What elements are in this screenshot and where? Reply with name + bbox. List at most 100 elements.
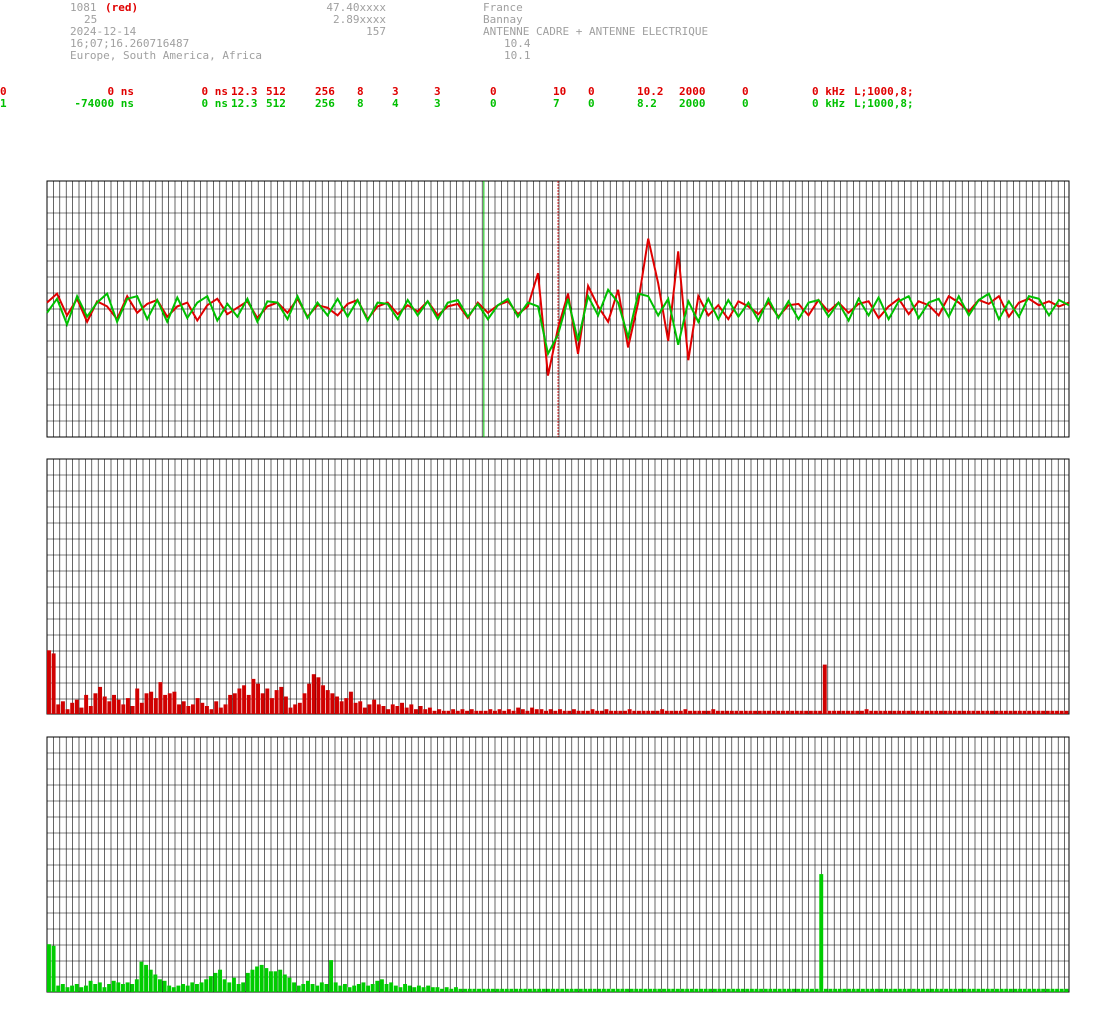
green-spectrum-bar [601,988,606,992]
green-spectrum-bar [518,988,523,992]
green-spectrum-bar [749,988,754,992]
red-spectrum-bar [376,704,381,714]
green-spectrum-bar [421,987,426,992]
green-spectrum-bar [800,988,805,992]
green-spectrum-bar [995,988,999,992]
red-spectrum-bar [516,707,521,714]
green-spectrum-bar [176,985,181,992]
green-spectrum-bar [967,988,972,992]
red-spectrum-bar [650,710,655,714]
green-spectrum-bar [333,982,338,992]
red-spectrum-bar [483,710,488,714]
red-spectrum-bar [669,710,674,714]
green-spectrum-bar [643,988,648,992]
red-spectrum-bar [311,674,316,714]
red-spectrum-bar [348,691,353,714]
green-spectrum-bar [971,988,976,992]
green-spectrum-bar [449,988,454,992]
red-spectrum-bar [330,693,335,714]
green-spectrum-bar [541,988,546,992]
green-spectrum-bar [250,969,255,992]
green-spectrum-bar [874,988,879,992]
green-spectrum-bar [907,988,912,992]
red-spectrum-bar [488,709,493,714]
red-spectrum-bar [98,686,103,714]
red-spectrum-bar [818,710,823,714]
green-spectrum-bar [47,944,51,992]
green-spectrum-bar [916,988,921,992]
green-spectrum-panel [46,736,1070,993]
red-spectrum-bar [279,686,284,714]
green-spectrum-bar [134,979,139,993]
red-spectrum-bar [121,704,126,714]
green-spectrum-bar [717,988,722,992]
green-spectrum-bar [139,961,144,992]
green-spectrum-bar [255,966,260,992]
green-spectrum-bar [481,988,486,992]
green-spectrum-bar [356,984,361,992]
green-spectrum-bar [777,988,782,992]
red-spectrum-bar [1036,710,1041,714]
red-spectrum-bar [702,710,706,714]
green-spectrum-bar [426,985,431,992]
red-spectrum-bar [390,704,395,714]
green-spectrum-bar [84,985,88,992]
green-spectrum-bar [1059,988,1064,992]
green-spectrum-bar [148,969,153,992]
red-spectrum-bar [1055,710,1060,714]
red-spectrum-bar [218,707,223,714]
green-spectrum-bar [241,982,246,992]
red-spectrum-bar [242,685,247,714]
green-spectrum-bar [167,985,172,992]
red-spectrum-bar [427,707,432,714]
green-spectrum-bar [569,988,574,992]
green-spectrum-bar [389,982,394,992]
red-spectrum-bar [776,710,781,714]
green-spectrum-bar [944,988,949,992]
green-spectrum-bar [823,988,828,992]
red-spectrum-bar [618,710,623,714]
green-spectrum-bar [514,988,518,992]
green-spectrum-bar [962,988,967,992]
red-spectrum-bar [548,709,553,714]
green-spectrum-bar [370,984,375,992]
red-spectrum-bar [715,710,720,714]
green-spectrum-bar [1045,988,1050,992]
red-spectrum-bar [492,710,497,714]
green-spectrum-bar [847,988,851,992]
red-spectrum-bar [441,710,446,714]
green-spectrum-bar [934,988,939,992]
green-spectrum-bar [662,988,666,992]
red-spectrum-bar [144,693,149,714]
green-spectrum-bar [194,984,199,992]
green-spectrum-bar [231,977,236,992]
red-spectrum-bar [999,710,1004,714]
red-spectrum-bar [855,710,860,714]
red-spectrum-bar [590,709,595,714]
green-spectrum-bar [1036,988,1041,992]
red-spectrum-bar [130,706,135,714]
green-spectrum-bar [893,988,898,992]
red-spectrum-bar [846,710,850,714]
red-spectrum-bar [400,702,404,714]
green-spectrum-bar [329,960,334,992]
red-spectrum-bar [469,709,474,714]
red-spectrum-bar [985,710,990,714]
red-spectrum-bar [595,710,600,714]
red-spectrum-bar [734,710,739,714]
red-spectrum-bar [51,653,56,714]
red-spectrum-bar [139,702,144,714]
green-spectrum-bar [897,988,902,992]
red-spectrum-bar [739,710,744,714]
green-spectrum-bar [703,988,708,992]
red-spectrum-bar [966,710,971,714]
red-spectrum-bar [65,709,70,714]
green-spectrum-bar [708,988,713,992]
red-spectrum-bar [757,710,762,714]
red-spectrum-bar [74,699,79,714]
green-spectrum-bar [315,985,320,992]
green-spectrum-bar [694,988,699,992]
red-spectrum-bar [706,710,711,714]
green-spectrum-bar [939,988,944,992]
red-spectrum-bar [112,694,116,714]
